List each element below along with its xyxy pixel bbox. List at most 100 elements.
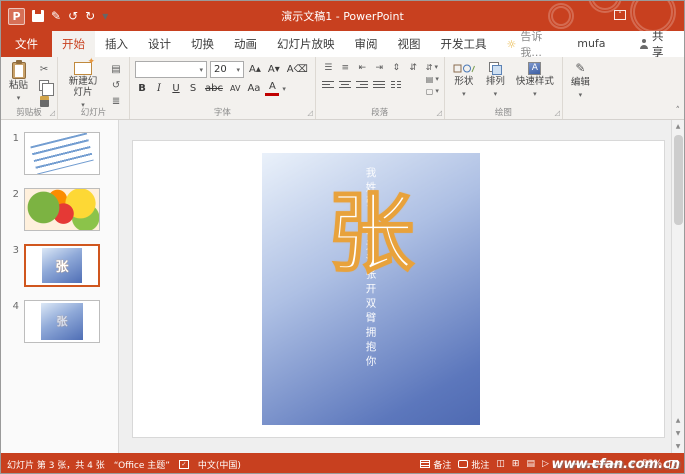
reading-view-icon[interactable]: ▤ [526,459,535,469]
tab-developer[interactable]: 开发工具 [431,31,497,57]
vertical-scrollbar[interactable]: ▲ ▲ ▼ ▼ [671,120,684,453]
scroll-up-icon[interactable]: ▲ [676,120,681,133]
spell-check-icon[interactable]: ✓ [178,459,189,469]
quick-styles-icon: A [528,62,542,75]
paste-dropdown-icon[interactable]: ▾ [17,94,21,102]
normal-view-icon[interactable]: ◫ [496,459,505,469]
cut-icon[interactable]: ✂ [36,63,52,76]
tab-view[interactable]: 视图 [388,31,431,57]
text-shadow-button[interactable]: S [186,81,200,96]
underline-button[interactable]: U [169,81,183,96]
shapes-button[interactable]: 形状 ▾ [450,61,478,99]
copy-icon[interactable] [36,79,55,96]
align-left-icon[interactable] [321,78,336,92]
font-name-combobox[interactable]: ▾ [135,61,208,78]
save-icon[interactable] [32,10,44,22]
text-direction-icon[interactable]: ⇵ [406,61,421,75]
quick-styles-button[interactable]: A 快速样式 ▾ [513,61,557,99]
tab-animations[interactable]: 动画 [224,31,267,57]
font-size-dropdown-icon[interactable]: ▾ [237,66,241,74]
clipboard-dialog-launcher[interactable]: ◿ [50,109,55,117]
zoom-percentage[interactable]: 53% [642,459,662,469]
character-spacing-icon[interactable]: AV [228,81,242,96]
slide-content-box[interactable]: 我姓张，却无法张开双臂拥抱你 张 [262,153,480,425]
pen-input-icon[interactable]: ✎ [51,9,61,23]
undo-icon[interactable]: ↺ [68,9,78,23]
tell-me-box[interactable]: ☼ 告诉我... [497,30,568,59]
shapes-dropdown-icon[interactable]: ▾ [462,90,466,98]
font-color-icon[interactable]: A [265,81,280,96]
convert-smartart-button[interactable]: ▢ ▾ [426,86,439,96]
next-slide-icon[interactable]: ▼ [676,427,681,440]
align-text-button[interactable]: ▤ ▾ [426,74,439,84]
slide-sorter-view-icon[interactable]: ⊞ [512,459,520,469]
slideshow-view-icon[interactable]: ▷ [542,459,549,469]
zoom-slider-handle[interactable] [592,460,596,468]
bold-button[interactable]: B [135,81,149,96]
zoom-in-icon[interactable]: + [627,459,635,469]
layout-icon[interactable]: ▤ [108,63,124,76]
tab-transitions[interactable]: 切换 [181,31,224,57]
paragraph-dialog-launcher[interactable]: ◿ [436,109,441,117]
tab-review[interactable]: 审阅 [345,31,388,57]
strikethrough-button[interactable]: abc [203,81,225,96]
change-case-icon[interactable]: Aa [245,81,262,96]
scrollbar-thumb[interactable] [673,135,683,225]
columns-icon[interactable] [389,78,404,92]
language-indicator[interactable]: 中文(中国) [198,458,241,471]
line-spacing-icon[interactable]: ⇕ [389,61,404,75]
font-size-combobox[interactable]: 20 ▾ [210,61,245,78]
grow-font-icon[interactable]: A▴ [247,62,263,77]
new-slide-button[interactable]: 新建幻灯片 ▾ [63,57,103,110]
slide-4-thumbnail[interactable]: 张 [24,300,100,343]
shrink-font-icon[interactable]: A▾ [266,62,282,77]
arrange-button[interactable]: 排列 ▾ [483,61,508,99]
fit-to-window-icon[interactable] [669,459,678,469]
decrease-indent-icon[interactable]: ⇤ [355,61,370,75]
zoom-out-icon[interactable]: − [556,459,564,469]
redo-icon[interactable]: ↻ [85,9,95,23]
font-name-dropdown-icon[interactable]: ▾ [200,66,204,74]
bullets-icon[interactable]: ☰ [321,61,336,75]
slide-1-thumbnail[interactable] [24,132,100,175]
comments-toggle[interactable]: 批注 [458,458,489,471]
tab-insert[interactable]: 插入 [95,31,138,57]
text-direction-button[interactable]: ⇵ ▾ [426,62,439,72]
drawing-dialog-launcher[interactable]: ◿ [554,109,559,117]
increase-indent-icon[interactable]: ⇥ [372,61,387,75]
quick-styles-dropdown-icon[interactable]: ▾ [533,90,537,98]
notes-toggle[interactable]: 备注 [420,458,451,471]
tab-slideshow[interactable]: 幻灯片放映 [267,31,345,57]
big-character[interactable]: 张 [327,190,415,278]
scroll-down-icon[interactable]: ▼ [676,440,681,453]
zoom-slider[interactable] [570,460,621,468]
editing-button[interactable]: ✎ 编辑 ▾ [568,61,593,100]
share-button[interactable]: 共享 [627,29,684,59]
collapse-ribbon-icon[interactable]: ˄ [676,106,681,116]
italic-button[interactable]: I [152,81,166,96]
tab-design[interactable]: 设计 [138,31,181,57]
numbering-icon[interactable]: ≡ [338,61,353,75]
paste-button[interactable]: 粘贴 ▾ [6,60,31,103]
slide-indicator[interactable]: 幻灯片 第 3 张，共 4 张 [7,458,105,471]
align-right-icon[interactable] [355,78,370,92]
clear-formatting-icon[interactable]: A⌫ [285,62,310,77]
justify-icon[interactable] [372,78,387,92]
tab-home[interactable]: 开始 [52,31,95,57]
ribbon-display-options-icon[interactable]: ˄ [614,10,626,20]
font-dialog-launcher[interactable]: ◿ [307,109,312,117]
arrange-dropdown-icon[interactable]: ▾ [494,90,498,98]
tab-file[interactable]: 文件 [1,31,52,57]
align-center-icon[interactable] [338,78,353,92]
slide-2-thumbnail[interactable] [24,188,100,231]
qat-customize-icon[interactable]: ▾ [102,9,108,23]
font-color-dropdown-icon[interactable]: ▾ [282,85,286,93]
editing-dropdown-icon[interactable]: ▾ [579,91,583,99]
previous-slide-icon[interactable]: ▲ [676,414,681,427]
reset-icon[interactable]: ↺ [108,79,124,92]
account-name[interactable]: mufa yu [567,31,627,76]
powerpoint-app-icon[interactable]: P [8,7,25,25]
arrange-label: 排列 [485,76,505,87]
slide-3-thumbnail-selected[interactable]: 张 [24,244,100,287]
theme-indicator[interactable]: “Office 主题” [114,458,170,471]
